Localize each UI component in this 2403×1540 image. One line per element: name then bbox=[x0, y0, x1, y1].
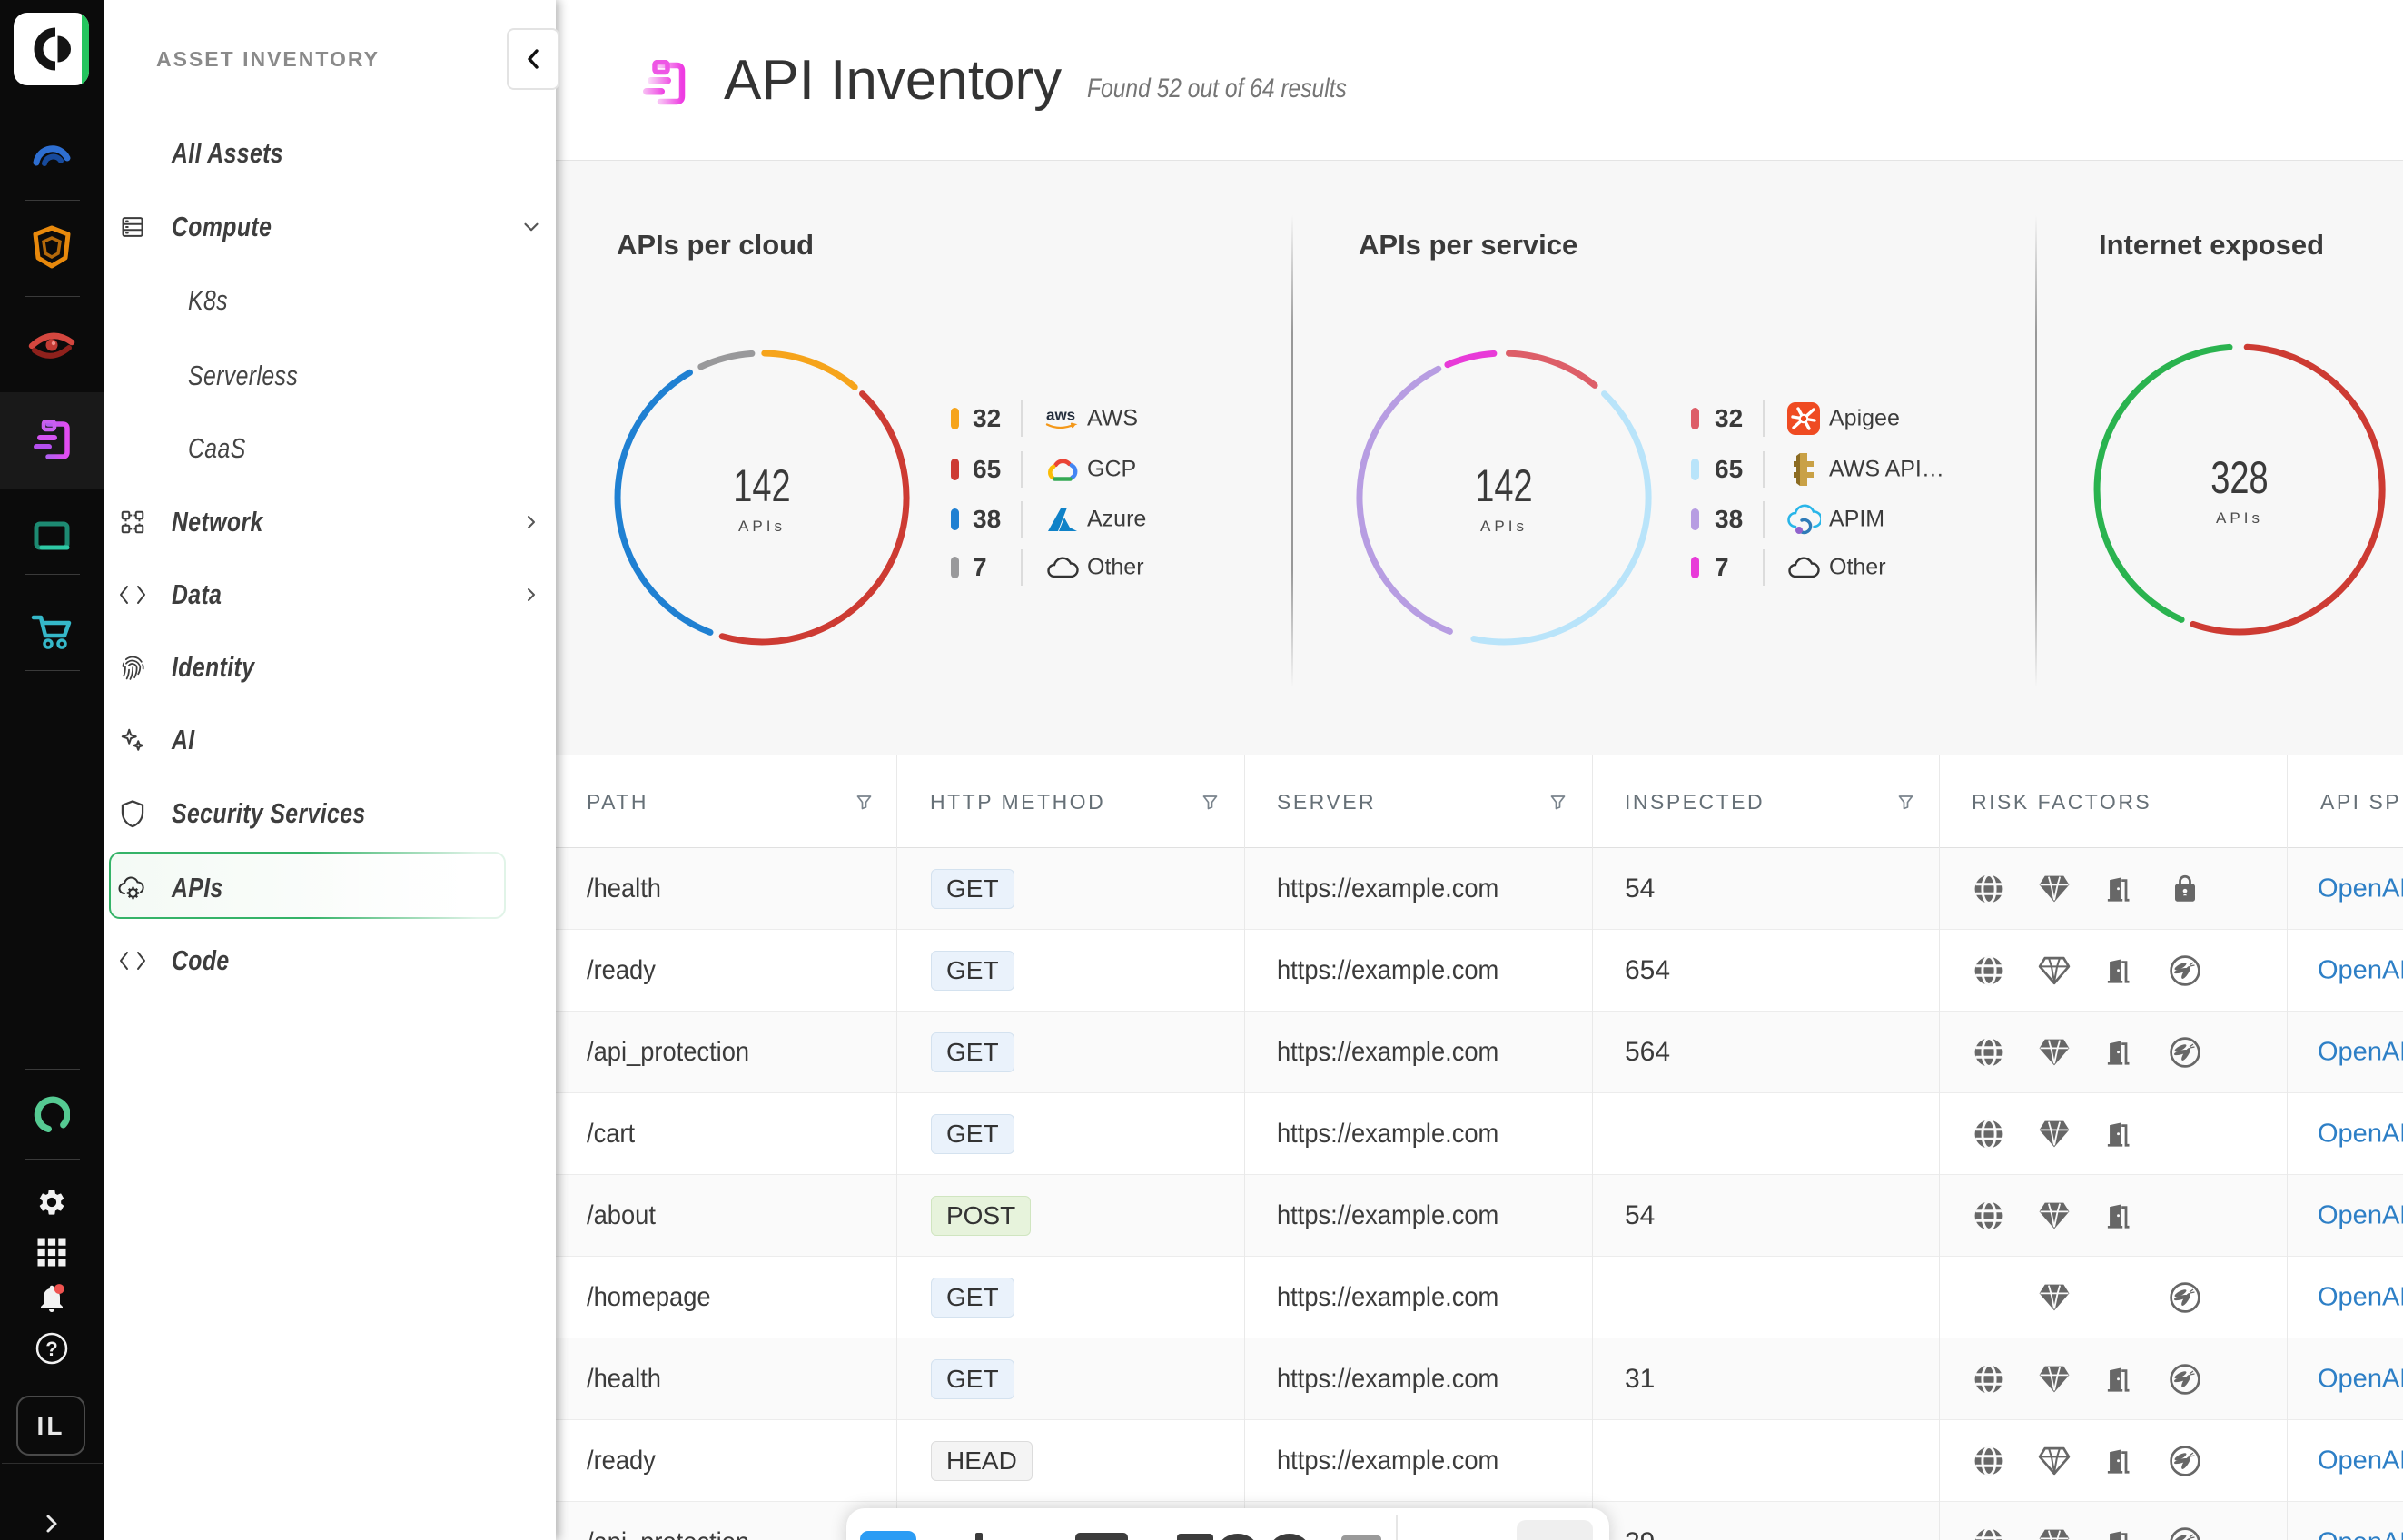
svg-text:aws: aws bbox=[1046, 407, 1075, 424]
svg-text:?: ? bbox=[45, 1338, 57, 1360]
